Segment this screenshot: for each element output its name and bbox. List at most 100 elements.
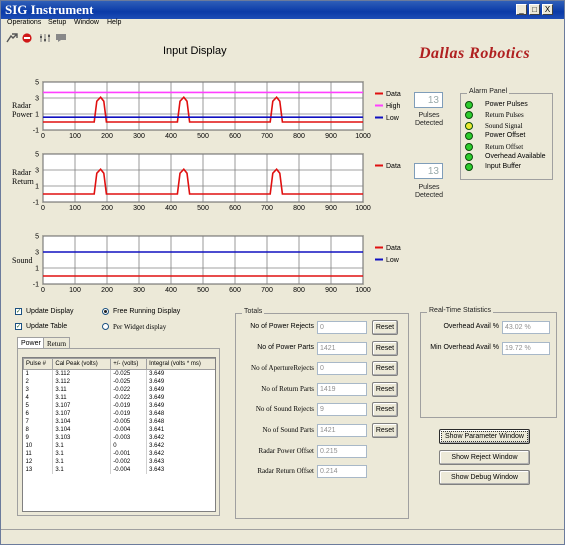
- x-tick-label: 800: [293, 133, 305, 140]
- table-cell: -0.019: [110, 401, 148, 410]
- table-row[interactable]: 7 3.104 -0.005 3.648: [23, 417, 215, 426]
- table-cell: 8: [23, 425, 54, 434]
- table-row[interactable]: 3 3.11 -0.022 3.649: [23, 385, 215, 394]
- y-tick-label: 3: [35, 250, 39, 257]
- table-cell: 3.643: [146, 457, 215, 466]
- totals-label: Radar Power Offset: [258, 447, 314, 455]
- table-row[interactable]: 6 3.107 -0.019 3.648: [23, 409, 215, 418]
- x-tick-label: 1000: [355, 287, 371, 294]
- alarm-label: Input Buffer: [485, 163, 522, 171]
- x-tick-label: 1000: [355, 133, 371, 140]
- totals-value: 0.215: [317, 445, 367, 458]
- table-cell: -0.019: [110, 409, 148, 418]
- alarm-led-icon: [465, 142, 473, 151]
- alarm-led-icon: [465, 163, 473, 172]
- table-cell: 3.649: [146, 385, 215, 394]
- reset-button[interactable]: Reset: [372, 341, 398, 356]
- reset-button[interactable]: Reset: [372, 382, 398, 397]
- update-table-checkbox[interactable]: ✓: [15, 323, 22, 330]
- update-display-checkbox[interactable]: ✓: [15, 308, 22, 315]
- table-cell: 2: [23, 377, 54, 386]
- table-cell: 10: [23, 441, 54, 450]
- pulse-table[interactable]: Pulse # Cal Peak (volts) +/- (volts) Integr…: [22, 357, 216, 512]
- table-header-row: Pulse # Cal Peak (volts) +/- (volts) Integr…: [23, 358, 215, 370]
- table-cell: -0.025: [110, 369, 148, 378]
- table-row[interactable]: 13 3.1 -0.004 3.643: [23, 465, 215, 474]
- y-tick-label: 3: [35, 96, 39, 103]
- table-cell: -0.004: [110, 465, 148, 474]
- alarm-led-icon: [465, 111, 473, 120]
- alarm-panel: Alarm Panel Power Pulses Return Pulses Sou…: [460, 88, 553, 180]
- x-tick-label: 0: [41, 287, 45, 294]
- column-header[interactable]: Cal Peak (volts): [52, 358, 112, 370]
- x-tick-label: 0: [41, 205, 45, 212]
- alarm-panel-title: Alarm Panel: [467, 88, 510, 95]
- status-bar: [1, 529, 564, 544]
- table-cell: 7: [23, 417, 54, 426]
- x-tick-label: 800: [293, 205, 305, 212]
- totals-label: No of Return Parts: [261, 385, 314, 393]
- column-header[interactable]: Integral (volts * ms): [146, 358, 215, 370]
- per-widget-label: Per Widget display: [113, 323, 167, 331]
- column-header[interactable]: Pulse #: [23, 358, 54, 370]
- x-tick-label: 100: [69, 133, 81, 140]
- update-display-label: Update Display: [26, 308, 74, 315]
- x-tick-label: 300: [133, 133, 145, 140]
- column-header[interactable]: +/- (volts): [110, 358, 148, 370]
- table-row[interactable]: 5 3.107 -0.019 3.649: [23, 401, 215, 410]
- reset-button[interactable]: Reset: [372, 361, 398, 376]
- table-row[interactable]: 8 3.104 -0.004 3.641: [23, 425, 215, 434]
- table-row[interactable]: 1 3.112 -0.025 3.649: [23, 369, 215, 378]
- table-row[interactable]: 9 3.103 -0.003 3.642: [23, 433, 215, 442]
- update-table-label: Update Table: [26, 323, 68, 330]
- table-cell: 3.112: [52, 377, 112, 386]
- table-cell: 3.642: [146, 449, 215, 458]
- table-cell: 3.1: [52, 441, 112, 450]
- table-row[interactable]: 10 3.1 0 3.642: [23, 441, 215, 450]
- table-row[interactable]: 2 3.112 -0.025 3.649: [23, 377, 215, 386]
- x-tick-label: 100: [69, 205, 81, 212]
- show-reject-window-button[interactable]: Show Reject Window: [439, 450, 530, 465]
- reset-button[interactable]: Reset: [372, 423, 398, 438]
- show-parameter-window-button[interactable]: Show Parameter Window: [439, 429, 530, 444]
- table-row[interactable]: 11 3.1 -0.001 3.642: [23, 449, 215, 458]
- table-cell: 1: [23, 369, 54, 378]
- legend-label: Data: [386, 163, 401, 170]
- y-tick-label: 5: [35, 152, 39, 159]
- x-tick-label: 700: [261, 205, 273, 212]
- free-running-radio[interactable]: [102, 308, 109, 315]
- reset-button[interactable]: Reset: [372, 320, 398, 335]
- min-overhead-value: 19.72 %: [502, 342, 550, 355]
- reset-button[interactable]: Reset: [372, 402, 398, 417]
- table-cell: 3.1: [52, 449, 112, 458]
- table-cell: 3.11: [52, 393, 112, 402]
- pulses-power-value: 13: [414, 92, 443, 108]
- x-tick-label: 900: [325, 287, 337, 294]
- table-cell: -0.022: [110, 385, 148, 394]
- table-cell: 3.642: [146, 441, 215, 450]
- label-line: Pulses: [418, 112, 440, 119]
- table-cell: 3: [23, 385, 54, 394]
- per-widget-radio[interactable]: [102, 323, 109, 330]
- table-cell: 3.112: [52, 369, 112, 378]
- alarm-label: Return Pulses: [485, 111, 524, 120]
- show-debug-window-button[interactable]: Show Debug Window: [439, 470, 530, 485]
- table-row[interactable]: 12 3.1 -0.002 3.643: [23, 457, 215, 466]
- y-tick-label: 1: [35, 112, 39, 119]
- table-cell: 3.649: [146, 377, 215, 386]
- table-cell: 12: [23, 457, 54, 466]
- table-cell: 3.648: [146, 409, 215, 418]
- totals-value: 0.214: [317, 465, 367, 478]
- table-cell: 3.649: [146, 369, 215, 378]
- x-tick-label: 500: [197, 205, 209, 212]
- legend-label: Data: [386, 245, 401, 252]
- totals-value: 0: [317, 321, 367, 334]
- overhead-label: Overhead Avail %: [443, 323, 499, 330]
- totals-label: No of Sound Parts: [262, 426, 314, 434]
- totals-label: No of Sound Rejects: [255, 405, 314, 413]
- overhead-value: 43.02 %: [502, 321, 550, 334]
- x-tick-label: 400: [165, 133, 177, 140]
- totals-label: Radar Return Offset: [257, 467, 314, 475]
- table-cell: 3.104: [52, 417, 112, 426]
- table-row[interactable]: 4 3.11 -0.022 3.649: [23, 393, 215, 402]
